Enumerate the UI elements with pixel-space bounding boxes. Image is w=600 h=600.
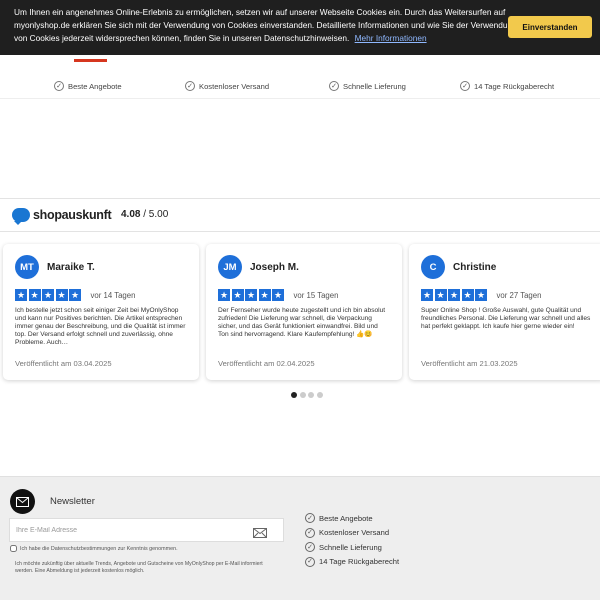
star-icon: ★	[231, 289, 244, 301]
review-age: vor 27 Tagen	[496, 290, 542, 300]
usp-label: Beste Angebote	[319, 513, 373, 523]
star-icon: ★	[55, 289, 68, 301]
review-card[interactable]: JM Joseph M. ★ ★ ★ ★ ★ vor 15 Tagen Der …	[206, 244, 402, 380]
cookie-text-block: Um Ihnen ein angenehmes Online-Erlebnis …	[14, 6, 519, 45]
rating-summary-bar: shopauskunft 4.08 / 5.00	[0, 198, 600, 232]
check-circle-icon: ✓	[329, 81, 339, 91]
usp-label: Kostenloser Versand	[199, 81, 270, 91]
usp-label: 14 Tage Rückgaberecht	[319, 557, 400, 567]
active-nav-indicator	[74, 59, 107, 62]
review-age: vor 14 Tagen	[90, 290, 136, 300]
star-icon: ★	[272, 289, 284, 301]
review-rating-row: ★ ★ ★ ★ ★ vor 27 Tagen	[421, 289, 593, 301]
review-date: Veröffentlicht am 03.04.2025	[15, 359, 112, 368]
usp-label: Kostenloser Versand	[319, 528, 390, 538]
star-icon: ★	[245, 289, 257, 301]
divider	[0, 98, 600, 99]
check-circle-icon: ✓	[460, 81, 470, 91]
star-icon: ★	[421, 289, 433, 301]
reviewer-name: Joseph M.	[250, 261, 299, 273]
avatar: JM	[218, 255, 242, 279]
footer-usp-item: ✓ Schnelle Lieferung	[305, 540, 399, 555]
cookie-text: Um Ihnen ein angenehmes Online-Erlebnis …	[14, 7, 517, 43]
star-icon: ★	[15, 289, 27, 301]
review-text: Super Online Shop ! Große Auswahl, gute …	[421, 307, 591, 330]
check-circle-icon: ✓	[305, 527, 315, 538]
review-rating-row: ★ ★ ★ ★ ★ vor 14 Tagen	[15, 289, 187, 301]
footer-usp-item: ✓ 14 Tage Rückgaberecht	[305, 555, 399, 570]
envelope-icon	[10, 489, 35, 514]
usp-item: ✓ 14 Tage Rückgaberecht	[460, 81, 554, 91]
usp-label: Schnelle Lieferung	[319, 542, 382, 552]
check-circle-icon: ✓	[54, 81, 64, 91]
send-mail-icon[interactable]	[253, 525, 267, 538]
review-header: C Christine	[421, 254, 593, 280]
usp-item: ✓ Kostenloser Versand	[185, 81, 269, 91]
star-icon: ★	[258, 289, 271, 301]
reviewer-name: Christine	[453, 261, 497, 273]
consent-checkbox[interactable]	[10, 545, 17, 552]
carousel-dot[interactable]	[316, 392, 323, 398]
review-card[interactable]: C Christine ★ ★ ★ ★ ★ vor 27 Tagen Super…	[409, 244, 600, 380]
review-text: Der Fernseher wurde heute zugestellt und…	[218, 307, 386, 338]
footer: Newsletter Ich habe die Datenschutzbesti…	[0, 476, 600, 600]
usp-label: 14 Tage Rückgaberecht	[474, 81, 555, 91]
review-text: Ich bestelle jetzt schon seit einiger Ze…	[15, 307, 186, 346]
review-date: Veröffentlicht am 21.03.2025	[421, 359, 518, 368]
usp-label: Beste Angebote	[68, 81, 122, 91]
rating-value: 4.08	[121, 209, 141, 220]
check-circle-icon: ✓	[305, 556, 315, 567]
cookie-more-info-link[interactable]: Mehr Informationen	[355, 33, 427, 43]
carousel-dot[interactable]	[308, 392, 314, 398]
star-rating: ★ ★ ★ ★ ★	[218, 289, 286, 301]
cookie-banner: Um Ihnen ein angenehmes Online-Erlebnis …	[0, 0, 600, 55]
star-icon: ★	[69, 289, 81, 301]
usp-label: Schnelle Lieferung	[343, 81, 406, 91]
newsletter-title: Newsletter	[50, 496, 95, 507]
footer-usp-item: ✓ Beste Angebote	[305, 511, 399, 526]
review-age: vor 15 Tagen	[293, 290, 339, 300]
avatar: C	[421, 255, 445, 279]
star-icon: ★	[475, 289, 487, 301]
footer-usp-item: ✓ Kostenloser Versand	[305, 526, 399, 541]
speech-bubble-icon	[12, 208, 30, 225]
carousel-pagination	[291, 392, 325, 398]
carousel-dot[interactable]	[291, 392, 297, 398]
check-circle-icon: ✓	[305, 513, 315, 524]
consent-label: Ich habe die Datenschutzbestimmungen zur…	[20, 545, 178, 552]
shopauskunft-logo[interactable]: shopauskunft	[12, 208, 112, 225]
star-rating: ★ ★ ★ ★ ★	[421, 289, 489, 301]
usp-item: ✓ Beste Angebote	[54, 81, 122, 91]
review-rating-row: ★ ★ ★ ★ ★ vor 15 Tagen	[218, 289, 390, 301]
review-date: Veröffentlicht am 02.04.2025	[218, 359, 315, 368]
newsletter-info: Ich möchte zukünftig über aktuelle Trend…	[15, 561, 263, 574]
review-header: MT Maraike T.	[15, 254, 187, 280]
carousel-dot[interactable]	[299, 392, 306, 398]
star-icon: ★	[42, 289, 54, 301]
newsletter-consent: Ich habe die Datenschutzbestimmungen zur…	[10, 545, 178, 552]
star-icon: ★	[28, 289, 41, 301]
star-icon: ★	[434, 289, 447, 301]
star-icon: ★	[218, 289, 230, 301]
check-circle-icon: ✓	[305, 542, 315, 553]
review-header: JM Joseph M.	[218, 254, 390, 280]
newsletter-input-wrapper	[9, 518, 284, 542]
footer-usp-list: ✓ Beste Angebote ✓ Kostenloser Versand ✓…	[305, 511, 399, 569]
avatar: MT	[15, 255, 39, 279]
check-circle-icon: ✓	[185, 81, 195, 91]
reviewer-name: Maraike T.	[47, 261, 95, 273]
star-icon: ★	[461, 289, 474, 301]
newsletter-email-input[interactable]	[10, 519, 240, 542]
star-rating: ★ ★ ★ ★ ★	[15, 289, 83, 301]
usp-row: ✓ Beste Angebote ✓ Kostenloser Versand ✓…	[0, 78, 600, 94]
cookie-accept-button[interactable]: Einverstanden	[508, 16, 592, 38]
shopauskunft-brand: shopauskunft	[33, 208, 112, 222]
review-card[interactable]: MT Maraike T. ★ ★ ★ ★ ★ vor 14 Tagen Ich…	[3, 244, 199, 380]
rating-score: 4.08 / 5.00	[121, 209, 168, 220]
rating-max: / 5.00	[143, 209, 169, 220]
usp-item: ✓ Schnelle Lieferung	[329, 81, 406, 91]
star-icon: ★	[448, 289, 460, 301]
